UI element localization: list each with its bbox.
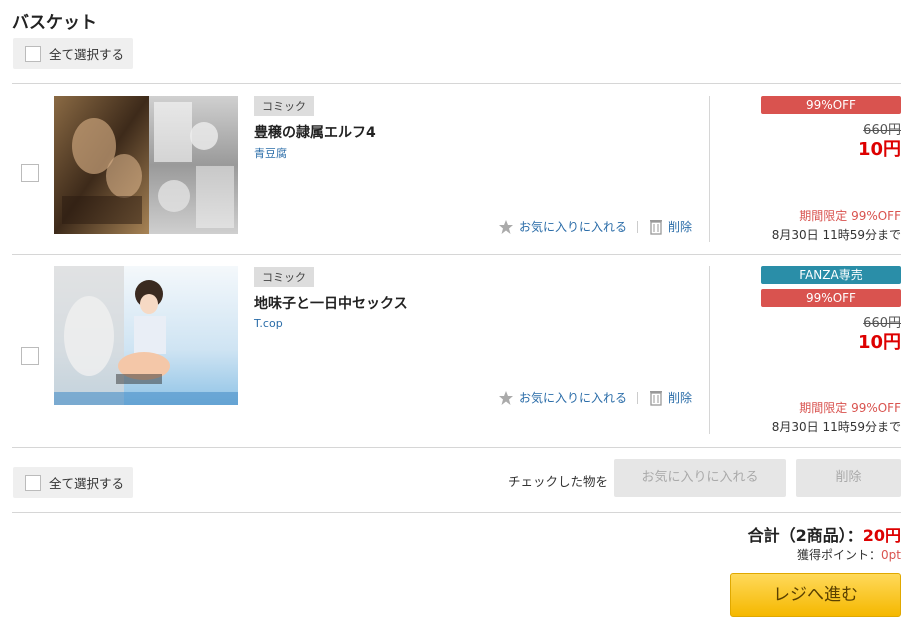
order-total: 合計（2商品）：20円 xyxy=(748,522,901,546)
cover-image xyxy=(54,266,238,405)
product-thumbnail[interactable] xyxy=(54,96,238,234)
exclusive-badge: FANZA専売 xyxy=(761,266,901,284)
add-favorite-label: お気に入りに入れる xyxy=(519,220,628,234)
points-earned: 獲得ポイント：0pt xyxy=(797,546,901,563)
author-link[interactable]: 青豆腐 xyxy=(254,145,287,161)
trash-icon xyxy=(650,219,662,235)
limited-offer-label: 期間限定 99%OFF xyxy=(799,401,901,415)
total-amount: 20円 xyxy=(862,526,901,545)
item-checkbox[interactable] xyxy=(21,164,39,182)
offer-deadline: 8月30日 11時59分まで xyxy=(771,228,901,242)
item-divider-vertical xyxy=(709,96,710,242)
cover-image xyxy=(54,96,238,234)
select-all-top[interactable]: 全て選択する xyxy=(13,38,133,69)
item-checkbox[interactable] xyxy=(21,347,39,365)
divider-bottom xyxy=(12,447,901,448)
discount-badge: 99%OFF xyxy=(761,289,901,307)
category-badge: コミック xyxy=(254,96,314,116)
add-favorite-label: お気に入りに入れる xyxy=(519,391,628,405)
link-separator xyxy=(637,221,638,233)
points-value: 0pt xyxy=(881,548,901,562)
add-favorite-link[interactable]: お気に入りに入れる xyxy=(498,218,627,235)
product-thumbnail[interactable] xyxy=(54,266,238,405)
product-title[interactable]: 豊穣の隷属エルフ4 xyxy=(254,122,376,142)
sale-price: 10円 xyxy=(857,332,901,353)
product-title[interactable]: 地味子と一日中セックス xyxy=(254,293,408,313)
add-favorite-link[interactable]: お気に入りに入れる xyxy=(498,389,627,406)
divider-item xyxy=(12,254,901,255)
sale-price: 10円 xyxy=(857,139,901,160)
checkout-button[interactable]: レジへ進む xyxy=(730,573,901,617)
points-label: 獲得ポイント： xyxy=(797,548,882,562)
select-all-bottom[interactable]: 全て選択する xyxy=(13,467,133,498)
category-badge: コミック xyxy=(254,267,314,287)
delete-label: 削除 xyxy=(668,220,693,234)
delete-link[interactable]: 削除 xyxy=(650,218,692,235)
bulk-favorite-button[interactable]: お気に入りに入れる xyxy=(614,459,786,497)
select-all-label: 全て選択する xyxy=(49,47,125,62)
author-link[interactable]: T.cop xyxy=(254,317,283,330)
trash-icon xyxy=(650,390,662,406)
divider-summary xyxy=(12,512,901,513)
star-icon xyxy=(499,219,513,234)
offer-deadline: 8月30日 11時59分まで xyxy=(771,420,901,434)
divider-top xyxy=(12,83,901,84)
total-label: 合計（2商品）： xyxy=(747,526,863,545)
item-divider-vertical xyxy=(709,266,710,434)
select-all-label: 全て選択する xyxy=(49,476,125,491)
select-all-checkbox[interactable] xyxy=(25,45,41,62)
delete-label: 削除 xyxy=(668,391,693,405)
page-title: バスケット xyxy=(12,13,97,33)
link-separator xyxy=(637,392,638,404)
star-icon xyxy=(499,390,513,405)
delete-link[interactable]: 削除 xyxy=(650,389,692,406)
discount-badge: 99%OFF xyxy=(761,96,901,114)
limited-offer-label: 期間限定 99%OFF xyxy=(799,209,901,223)
checked-items-label: チェックした物を xyxy=(508,474,609,489)
select-all-checkbox[interactable] xyxy=(25,474,41,491)
bulk-delete-button[interactable]: 削除 xyxy=(796,459,901,497)
